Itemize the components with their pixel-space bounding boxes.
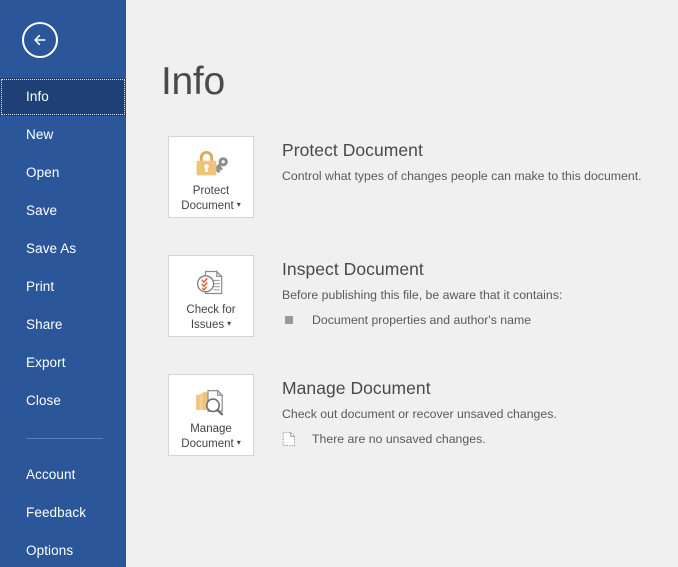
dotted-document-icon [282,431,300,447]
sidebar-item-info[interactable]: Info [0,78,126,116]
sidebar-item-save-as[interactable]: Save As [0,230,126,268]
backstage-sidebar: Info New Open Save Save As Print Share E… [0,0,126,567]
section-heading: Protect Document [282,140,423,160]
section-protect-document: Protect Document ▾ Protect Document Contr… [168,136,660,218]
protect-document-button-label: Protect Document ▾ [181,185,241,212]
sidebar-item-share[interactable]: Share [0,306,126,344]
sidebar-item-label: Options [26,543,74,558]
square-bullet-icon [282,316,300,324]
check-for-issues-button[interactable]: Check for Issues ▾ [168,255,254,337]
sidebar-item-close[interactable]: Close [0,382,126,420]
manage-document-body: Manage Document Check out document or re… [282,374,660,448]
sidebar-item-print[interactable]: Print [0,268,126,306]
backstage-view: Info New Open Save Save As Print Share E… [0,0,678,567]
section-manage-document: Manage Document ▾ Manage Document Check o… [168,374,660,456]
inspect-bullet-row: Document properties and author's name [282,311,660,329]
chevron-down-icon: ▾ [227,319,232,328]
chevron-down-icon: ▾ [236,438,241,447]
manage-document-button[interactable]: Manage Document ▾ [168,374,254,456]
page-title: Info [161,60,225,103]
back-button[interactable] [22,22,58,58]
padlock-key-icon [193,146,229,182]
sidebar-item-export[interactable]: Export [0,344,126,382]
sidebar-item-label: Export [26,355,66,370]
sidebar-item-label: Save As [26,241,77,256]
sidebar-item-label: Share [26,317,63,332]
protect-document-body: Protect Document Control what types of c… [282,136,660,186]
document-inspect-icon [193,265,229,301]
back-arrow-icon [30,30,50,50]
bullet-text: Document properties and author's name [312,313,532,327]
sidebar-item-options[interactable]: Options [0,532,126,567]
sidebar-item-label: Close [26,393,62,408]
sidebar-divider [26,438,103,439]
manage-bullet-row: There are no unsaved changes. [282,430,660,448]
section-description: Before publishing this file, be aware th… [282,288,563,302]
section-inspect-document: Check for Issues ▾ Inspect Document Befor… [168,255,660,337]
sidebar-item-label: Print [26,279,55,294]
section-description: Check out document or recover unsaved ch… [282,407,557,421]
sidebar-item-label: Save [26,203,58,218]
sidebar-item-open[interactable]: Open [0,154,126,192]
sidebar-item-account[interactable]: Account [0,456,126,494]
sidebar-item-label: Account [26,467,76,482]
bullet-text: There are no unsaved changes. [312,432,486,446]
document-stack-magnifier-icon [193,384,229,420]
backstage-nav: Info New Open Save Save As Print Share E… [0,78,126,567]
sidebar-item-label: New [26,127,54,142]
chevron-down-icon: ▾ [236,200,241,209]
sidebar-item-label: Info [26,89,49,104]
section-heading: Manage Document [282,378,431,398]
manage-document-button-label: Manage Document ▾ [181,423,241,450]
info-sections: Protect Document ▾ Protect Document Contr… [168,136,660,493]
check-for-issues-button-label: Check for Issues ▾ [186,304,236,331]
sidebar-item-save[interactable]: Save [0,192,126,230]
sidebar-item-new[interactable]: New [0,116,126,154]
section-description: Control what types of changes people can… [282,169,642,183]
backstage-main: Info Protect Document ▾ Protect Document… [126,0,678,567]
section-heading: Inspect Document [282,259,424,279]
sidebar-item-label: Open [26,165,60,180]
protect-document-button[interactable]: Protect Document ▾ [168,136,254,218]
sidebar-item-label: Feedback [26,505,87,520]
sidebar-item-feedback[interactable]: Feedback [0,494,126,532]
inspect-document-body: Inspect Document Before publishing this … [282,255,660,329]
